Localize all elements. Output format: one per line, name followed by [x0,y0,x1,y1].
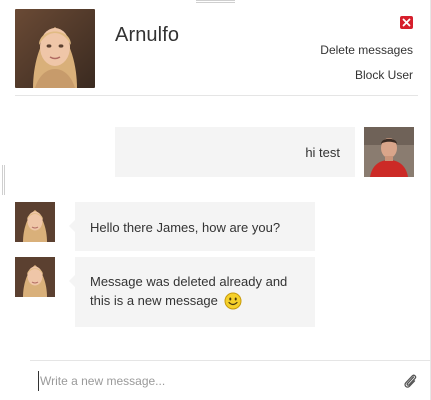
message-composer [30,360,431,400]
message-input[interactable] [38,371,380,391]
close-icon [402,18,411,27]
contact-avatar-large [15,9,95,88]
chat-window: Arnulfo Delete messages Block User hi te… [0,0,431,400]
message-bubble: Hello there James, how are you? [75,202,315,251]
top-resize-handle[interactable] [196,0,235,3]
smiley-icon [224,292,242,310]
left-resize-handle[interactable] [2,165,5,195]
outgoing-message-bubble: hi test [115,127,355,177]
contact-avatar [15,202,55,242]
contact-name: Arnulfo [115,24,180,46]
paperclip-icon[interactable] [402,371,418,391]
block-user-link[interactable]: Block User [355,68,413,82]
message-text: hi test [305,145,340,160]
user-avatar [364,127,414,177]
close-button[interactable] [400,16,413,29]
chat-header: Arnulfo Delete messages Block User [15,9,418,96]
delete-messages-link[interactable]: Delete messages [320,43,413,57]
message-text: Hello there James, how are you? [90,220,281,235]
message-text: Message was deleted already and this is … [90,274,288,308]
contact-avatar [15,257,55,297]
message-bubble: Message was deleted already and this is … [75,257,315,327]
